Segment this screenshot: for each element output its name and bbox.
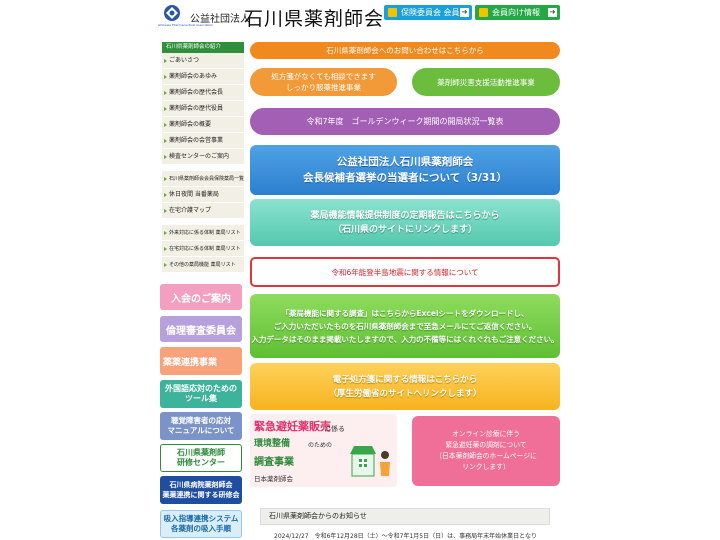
person-icon	[380, 451, 390, 476]
lock-icon	[388, 8, 397, 17]
sidebar-item-test-center[interactable]: 検査センターのご案内	[162, 149, 244, 165]
sidebar-item-outpatient-list[interactable]: 外来対応に係る体制 薬局リスト	[162, 225, 244, 241]
news-heading: 石川県薬剤師会からのお知らせ	[260, 508, 550, 525]
emerg-survey: 調査事業	[254, 457, 294, 468]
online-consultation-button[interactable]: オンライン診療に伴う 緊急避妊薬の調剤について （日本薬剤師会のホームページに …	[412, 416, 560, 486]
e-prescription-banner[interactable]: 電子処方箋に関する情報はこちらから （厚生労働省のサイトへリンクします）	[250, 363, 560, 410]
consult-line1: 処方箋がなくても相談できます	[271, 72, 376, 81]
pharmacy-shop-icon	[350, 446, 376, 477]
sidebar-item-history[interactable]: 薬剤師会のあゆみ	[162, 69, 244, 85]
insurance-committee-button[interactable]: 保険委員会 会員用 ➔	[384, 5, 472, 20]
pharmacy-survey-banner[interactable]: 「薬局機能に関する調査」はこちらからExcelシートをダウンロードし、 ご入力い…	[250, 294, 560, 358]
lock-icon	[479, 8, 488, 17]
sidebar: 石川県薬剤師会の紹介 ごあいさつ 薬剤師会のあゆみ 薬剤師会の歴代会長 薬剤師会…	[162, 42, 244, 273]
sidebar-item-member-pharmacies[interactable]: 石川県薬剤師会会員保険薬局一覧	[162, 171, 244, 187]
consult-line2: しっかり服薬推進事業	[286, 83, 361, 92]
header: Ishikawa Pharmaceutical Association 公益社団…	[0, 0, 720, 36]
eprescr-line2: （厚生労働省のサイトへリンクします）	[328, 388, 482, 399]
online-line3: （日本薬剤師会のホームページに	[435, 452, 537, 460]
sidebar-item-overview[interactable]: 薬剤師会の概要	[162, 117, 244, 133]
tools-line1: 外国語応対のための	[165, 384, 237, 393]
hospital-pharmacist-banner[interactable]: 石川県病院薬剤師会 薬薬連携に関する研修会	[160, 476, 242, 504]
ethics-committee-banner[interactable]: 倫理審査委員会	[160, 316, 242, 342]
emerg-title: 緊急避妊薬販売	[254, 420, 331, 433]
emerg-org: 日本薬剤師会	[254, 475, 293, 483]
election-line1: 公益社団法人石川県薬剤師会	[336, 156, 474, 168]
join-banner[interactable]: 入会のご案内	[160, 284, 242, 310]
inhaler-line2: 各薬剤の吸入手順	[171, 524, 231, 533]
pharmacy-report-banner[interactable]: 薬局機能情報提供制度の定期報告はこちらから （石川県のサイトにリンクします）	[250, 199, 560, 246]
center-line1: 石川県薬剤師	[177, 448, 225, 457]
report-line2: （石川県のサイトにリンクします）	[332, 224, 477, 235]
survey-line1: 「薬局機能に関する調査」はこちらからExcelシートをダウンロードし、	[281, 308, 529, 318]
news-section: 石川県薬剤師会からのお知らせ 2024/12/27 令和6年12月28日（土）～…	[260, 508, 550, 540]
insurance-committee-label: 保険委員会 会員用	[401, 8, 468, 17]
hearing-line1: 聴覚障害者の応対	[171, 416, 231, 425]
eprescr-line1: 電子処方箋に関する情報はこちらから	[332, 374, 478, 385]
sidebar-item-other-list[interactable]: その他の薬局機能 薬局リスト	[162, 257, 244, 273]
news-item[interactable]: 2024/12/27 令和6年12月28日（土）～令和7年1月5日（日）は、事務…	[260, 531, 550, 540]
survey-line3: 入力データはそのまま掲載いたしますので、入力の不備等にはくれぐれもご注意ください…	[251, 334, 559, 344]
survey-line2: ご入力いただいたものを石川県薬剤師会まで至急メールにてご返信ください。	[273, 321, 537, 331]
pharmacy-coop-banner[interactable]: 薬薬連携事業	[160, 347, 242, 375]
emergency-contraceptive-survey-banner[interactable]: 緊急避妊薬販売 に係る 環境整備 のための 調査事業 日本薬剤師会	[250, 414, 397, 487]
tools-line2: ツール集	[185, 394, 217, 403]
hospital-line1: 石川県病院薬剤師会	[169, 481, 233, 489]
sidebar-item-homecare-list[interactable]: 在宅対応に係る体制 薬局リスト	[162, 241, 244, 257]
golden-week-button[interactable]: 令和7年度 ゴールデンウィーク期間の開局状況一覧表	[250, 108, 560, 135]
disaster-support-button[interactable]: 薬剤師災害支援活動推進事業	[412, 68, 560, 96]
org-name[interactable]: 石川県薬剤師会	[244, 4, 384, 31]
sidebar-item-past-presidents[interactable]: 薬剤師会の歴代会長	[162, 85, 244, 101]
sidebar-item-homecare-map[interactable]: 在宅介護マップ	[162, 203, 244, 219]
report-line1: 薬局機能情報提供制度の定期報告はこちらから	[310, 210, 500, 221]
member-info-button[interactable]: 会員向け情報 ➔	[475, 5, 560, 20]
online-line1: オンライン診療に伴う	[452, 430, 520, 438]
hearing-impaired-manual-banner[interactable]: 聴覚障害者の応対 マニュアルについて	[160, 412, 242, 440]
sidebar-item-holiday-pharmacies[interactable]: 休日夜間 当番薬局	[162, 187, 244, 203]
election-result-banner[interactable]: 公益社団法人石川県薬剤師会 会長候補者選挙の当選者について（3/31）	[250, 145, 560, 195]
earthquake-info-button[interactable]: 令和6年能登半島地震に関する情報について	[250, 257, 560, 287]
arrow-right-icon: ➔	[460, 8, 469, 17]
training-center-banner[interactable]: 石川県薬剤師 研修センター	[160, 444, 242, 472]
center-line2: 研修センター	[177, 458, 225, 467]
foreign-language-tools-banner[interactable]: 外国語応対のための ツール集	[160, 380, 242, 408]
inhaler-line1: 吸入指導連携システム	[163, 514, 239, 523]
online-line2: 緊急避妊薬の調剤について	[445, 441, 527, 449]
election-line2: 会長候補者選挙の当選者について（3/31）	[303, 172, 507, 184]
online-line4: リンクします）	[462, 463, 510, 471]
consultation-button[interactable]: 処方箋がなくても相談できます しっかり服薬推進事業	[250, 68, 397, 96]
hospital-line2: 薬薬連携に関する研修会	[162, 491, 240, 499]
sidebar-item-past-officers[interactable]: 薬剤師会の歴代役員	[162, 101, 244, 117]
emerg-environment: 環境整備	[254, 439, 291, 449]
org-type: 公益社団法人	[190, 14, 250, 25]
sidebar-item-greeting[interactable]: ごあいさつ	[162, 53, 244, 69]
sidebar-item-business[interactable]: 薬剤師会の会営事業	[162, 133, 244, 149]
member-info-label: 会員向け情報	[492, 8, 540, 17]
emerg-for: のための	[308, 442, 333, 449]
arrow-right-icon: ➔	[548, 8, 557, 17]
inhaler-system-banner[interactable]: 吸入指導連携システム 各薬剤の吸入手順	[160, 510, 242, 538]
contact-button[interactable]: 石川県薬剤師会へのお問い合わせはこちらから	[250, 42, 560, 59]
emerg-kakaru: に係る	[324, 425, 345, 433]
hearing-line2: マニュアルについて	[167, 426, 235, 435]
sidebar-heading: 石川県薬剤師会の紹介	[162, 42, 244, 53]
